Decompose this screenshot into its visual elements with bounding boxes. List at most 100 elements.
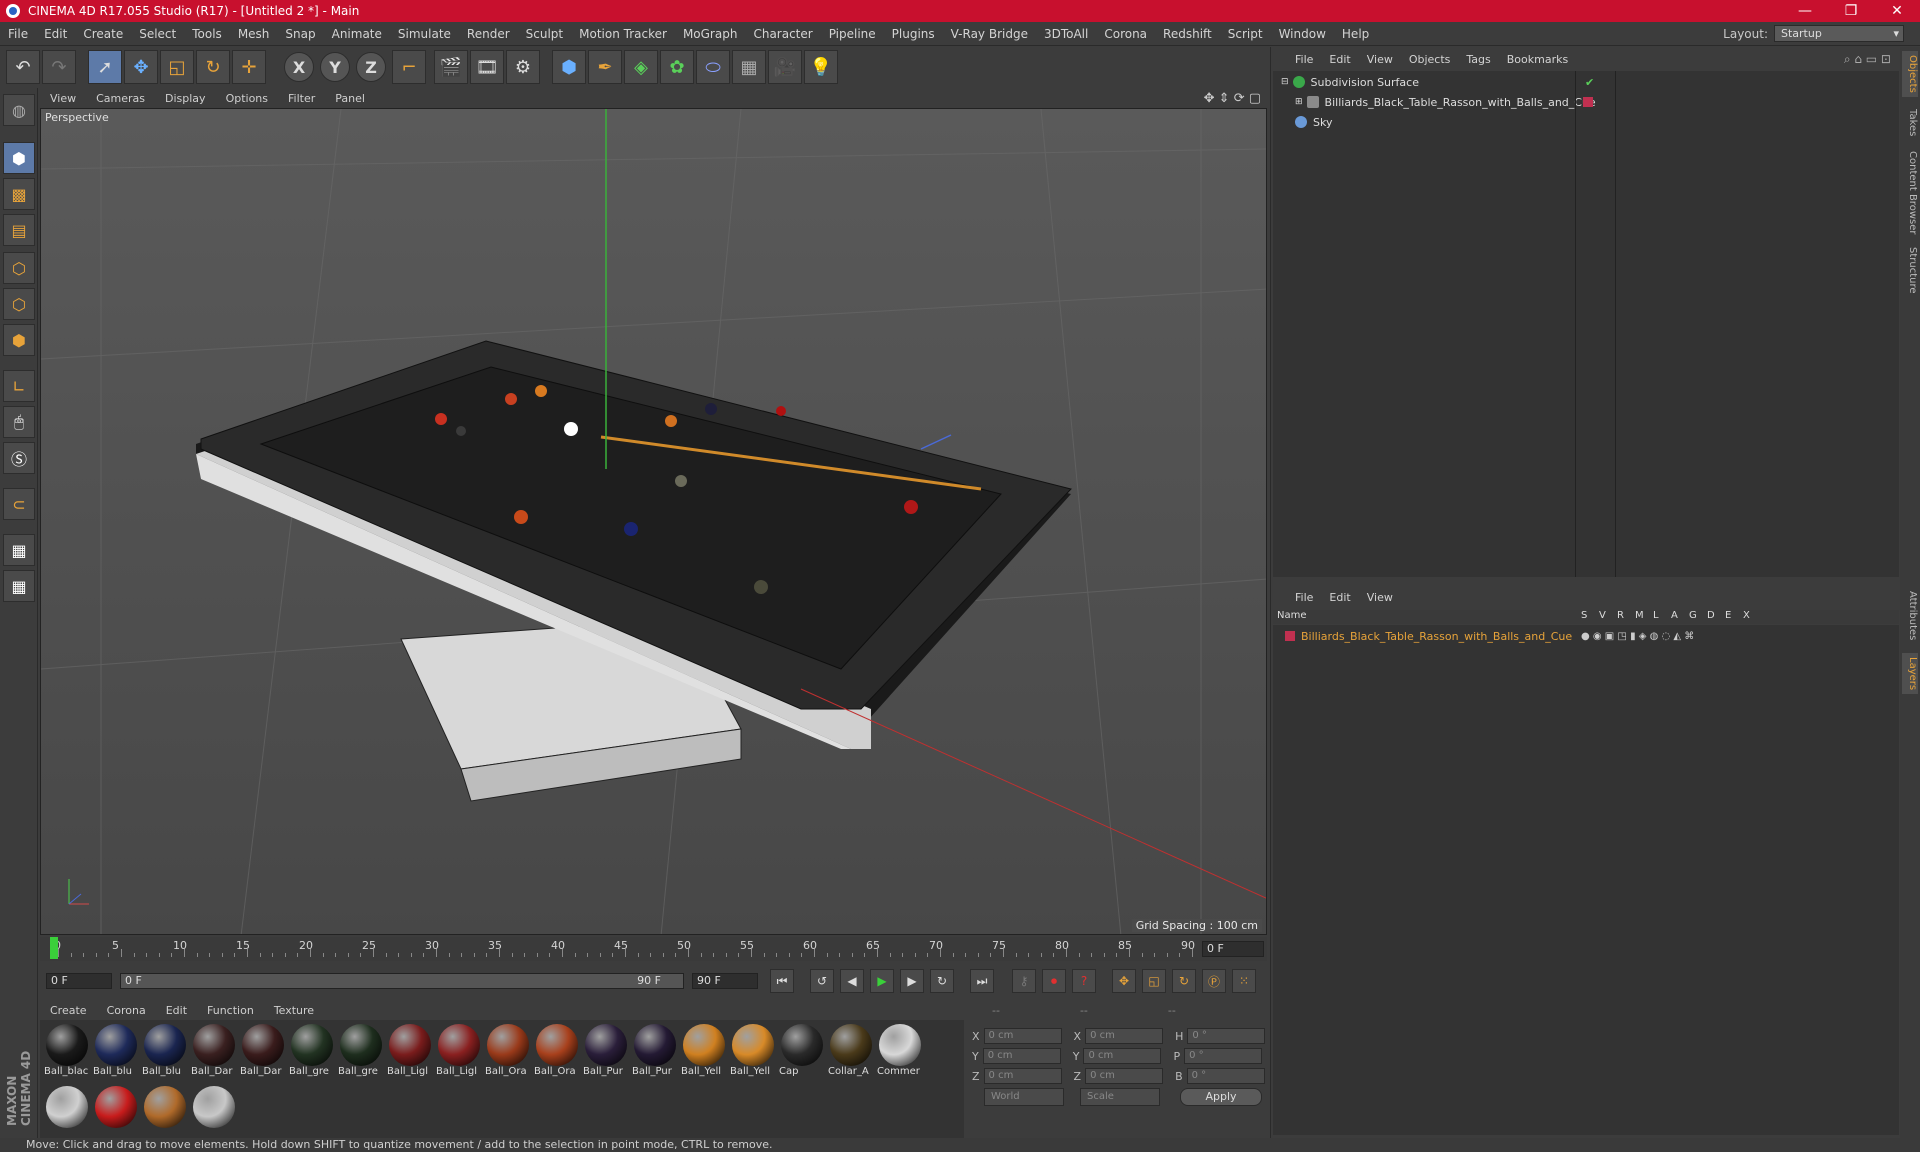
render-view-icon[interactable]: 🎬 — [434, 50, 468, 84]
viewport-menu-filter[interactable]: Filter — [278, 92, 325, 105]
menu-help[interactable]: Help — [1334, 27, 1377, 41]
go-to-start-icon[interactable]: ⏮ — [770, 969, 794, 993]
playhead-marker[interactable] — [50, 937, 58, 959]
perspective-viewport[interactable]: Perspective Grid Spacing : 100 cm — [40, 108, 1267, 935]
objects-menu-edit[interactable]: Edit — [1321, 53, 1358, 66]
key-position-icon[interactable]: ✥ — [1112, 969, 1136, 993]
model-mode-icon[interactable]: ⬢ — [3, 142, 35, 174]
next-frame-icon[interactable]: ▶ — [900, 969, 924, 993]
material-swatch[interactable]: Ball_blu — [142, 1024, 188, 1082]
snap-icon[interactable]: ⊂ — [3, 488, 35, 520]
keyframe-selection-icon[interactable]: ? — [1072, 969, 1096, 993]
position-y-field[interactable]: 0 cm — [982, 1048, 1061, 1064]
tab-content-browser[interactable]: Content Browser — [1902, 147, 1918, 238]
preview-range-slider[interactable]: 0 F 90 F — [120, 973, 684, 989]
menu-select[interactable]: Select — [131, 27, 184, 41]
menu-motion-tracker[interactable]: Motion Tracker — [571, 27, 675, 41]
tab-layers[interactable]: Layers — [1902, 653, 1918, 695]
size-mode-dropdown[interactable]: Scale — [1080, 1088, 1160, 1106]
menu-window[interactable]: Window — [1271, 27, 1334, 41]
menu-tools[interactable]: Tools — [184, 27, 230, 41]
object-manager-search-icon[interactable]: ⌕ ⌂ ▭ ⊡ — [1844, 52, 1901, 67]
layer-col-view[interactable]: V — [1599, 610, 1606, 621]
tab-attributes[interactable]: Attributes — [1902, 587, 1918, 644]
polygons-mode-icon[interactable]: ⬢ — [3, 324, 35, 356]
previous-key-icon[interactable]: ↺ — [810, 969, 834, 993]
current-frame-field[interactable]: 0 F — [1202, 941, 1264, 957]
material-swatch[interactable] — [142, 1086, 188, 1144]
menu-mograph[interactable]: MoGraph — [675, 27, 746, 41]
expand-icon[interactable]: ⊞ — [1295, 97, 1303, 107]
points-mode-icon[interactable]: ⬡ — [3, 252, 35, 284]
cloner-icon[interactable]: ✿ — [660, 50, 694, 84]
menu-pipeline[interactable]: Pipeline — [821, 27, 884, 41]
position-z-field[interactable]: 0 cm — [983, 1068, 1062, 1084]
material-swatch[interactable]: Ball_Yell — [730, 1024, 776, 1082]
size-z-field[interactable]: 0 cm — [1085, 1068, 1164, 1084]
minimize-button[interactable]: — — [1782, 3, 1828, 19]
material-swatch[interactable]: Ball_Ligl — [387, 1024, 433, 1082]
layer-col-generators[interactable]: G — [1689, 610, 1697, 621]
viewport-menu-cameras[interactable]: Cameras — [86, 92, 155, 105]
objects-menu-view[interactable]: View — [1359, 53, 1401, 66]
tab-structure[interactable]: Structure — [1902, 243, 1918, 298]
layer-col-manager[interactable]: M — [1635, 610, 1644, 621]
material-menu-create[interactable]: Create — [40, 1004, 97, 1017]
material-swatch[interactable] — [93, 1086, 139, 1144]
objects-menu-bookmarks[interactable]: Bookmarks — [1499, 53, 1576, 66]
texture-mode-icon[interactable]: ▩ — [3, 178, 35, 210]
menu-mesh[interactable]: Mesh — [230, 27, 278, 41]
material-swatch[interactable]: Ball_blu — [93, 1024, 139, 1082]
rotate-tool-icon[interactable]: ↻ — [196, 50, 230, 84]
cube-primitive-icon[interactable]: ⬢ — [552, 50, 586, 84]
menu-plugins[interactable]: Plugins — [884, 27, 943, 41]
menu-file[interactable]: File — [0, 27, 36, 41]
coordinate-system-dropdown[interactable]: World — [984, 1088, 1064, 1106]
viewport-menu-panel[interactable]: Panel — [325, 92, 375, 105]
viewport-navigation-icons[interactable]: ✥ ⇕ ⟳ ▢ — [1204, 91, 1267, 106]
material-menu-corona[interactable]: Corona — [97, 1004, 156, 1017]
material-swatch[interactable]: Ball_gre — [338, 1024, 384, 1082]
live-selection-icon[interactable]: ➚ — [88, 50, 122, 84]
material-swatch[interactable] — [44, 1086, 90, 1144]
material-menu-function[interactable]: Function — [197, 1004, 264, 1017]
objects-menu-file[interactable]: File — [1287, 53, 1321, 66]
object-row-sky[interactable]: Sky — [1273, 113, 1899, 131]
material-menu-texture[interactable]: Texture — [264, 1004, 324, 1017]
workplane-lock-icon[interactable]: ▦ — [3, 534, 35, 566]
menu-redshift[interactable]: Redshift — [1155, 27, 1220, 41]
object-row-subdivision[interactable]: ⊟ Subdivision Surface ✔ — [1273, 73, 1899, 91]
position-x-field[interactable]: 0 cm — [983, 1028, 1062, 1044]
play-icon[interactable]: ▶ — [870, 969, 894, 993]
layer-col-deformers[interactable]: D — [1707, 610, 1715, 621]
record-keys-icon[interactable]: ⚷ — [1012, 969, 1036, 993]
go-to-end-icon[interactable]: ⏭ — [970, 969, 994, 993]
material-swatch[interactable] — [191, 1086, 237, 1144]
render-settings-icon[interactable]: ⚙ — [506, 50, 540, 84]
menu-animate[interactable]: Animate — [324, 27, 390, 41]
material-swatch[interactable]: Collar_A — [828, 1024, 874, 1082]
menu-render[interactable]: Render — [459, 27, 518, 41]
tab-objects[interactable]: Objects — [1902, 51, 1918, 97]
layer-toggle-icons[interactable]: ● ◉ ▣ ◳ ▮ ◈ ◍ ◌ ◭ ⌘ — [1581, 631, 1694, 642]
layer-col-expressions[interactable]: E — [1725, 610, 1731, 621]
collapse-icon[interactable]: ⊟ — [1281, 77, 1289, 87]
menu-character[interactable]: Character — [745, 27, 820, 41]
material-swatch[interactable]: Ball_Yell — [681, 1024, 727, 1082]
material-swatch[interactable]: Ball_Ora — [485, 1024, 531, 1082]
material-swatch[interactable]: Ball_blac — [44, 1024, 90, 1082]
menu-snap[interactable]: Snap — [277, 27, 323, 41]
menu-sculpt[interactable]: Sculpt — [518, 27, 571, 41]
layer-color-swatch[interactable] — [1583, 97, 1593, 107]
layout-dropdown[interactable]: Startup — [1774, 25, 1904, 42]
viewport-menu-display[interactable]: Display — [155, 92, 216, 105]
make-editable-icon[interactable]: ◍ — [3, 94, 35, 126]
maximize-button[interactable]: ❐ — [1828, 3, 1874, 19]
next-key-icon[interactable]: ↻ — [930, 969, 954, 993]
layer-col-locked[interactable]: L — [1653, 610, 1659, 621]
material-menu-edit[interactable]: Edit — [156, 1004, 197, 1017]
subdivision-surface-icon[interactable]: ◈ — [624, 50, 658, 84]
material-swatch[interactable]: Cap — [779, 1024, 825, 1082]
edges-mode-icon[interactable]: ⬡ — [3, 288, 35, 320]
end-frame-field[interactable]: 90 F — [692, 973, 758, 989]
